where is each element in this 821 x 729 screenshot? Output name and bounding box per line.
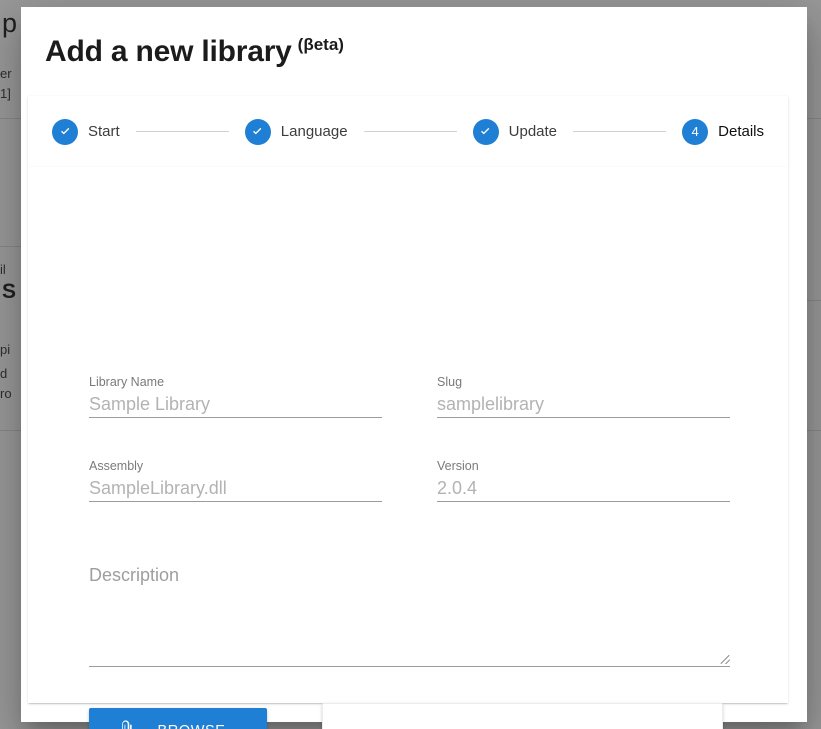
version-input[interactable]: 2.0.4 bbox=[437, 474, 730, 502]
step-label: Details bbox=[718, 123, 764, 140]
check-icon bbox=[472, 118, 499, 145]
step-number-badge: 4 bbox=[682, 118, 709, 145]
description-textarea[interactable]: Description bbox=[89, 560, 730, 667]
step-label: Update bbox=[508, 123, 558, 140]
stepper: Start Language Update 4 Details bbox=[28, 96, 788, 167]
page-title: Add a new library (βeta) bbox=[45, 35, 344, 69]
dialog-body: Library Name Sample Library Slug samplel… bbox=[28, 167, 788, 729]
field-library-name: Library Name Sample Library bbox=[89, 374, 382, 418]
field-label: Assembly bbox=[89, 459, 144, 473]
slug-input[interactable]: samplelibrary bbox=[437, 390, 730, 418]
add-library-dialog: Add a new library (βeta) Start Language … bbox=[21, 7, 807, 729]
screen: p er 1] il S pi d ro D g t ' w y ity na bbox=[0, 0, 821, 729]
step-label: Start bbox=[88, 123, 120, 140]
assembly-input[interactable]: SampleLibrary.dll bbox=[89, 474, 382, 502]
stepper-connector bbox=[363, 131, 457, 132]
resize-handle-icon[interactable] bbox=[718, 652, 730, 664]
step-label: Language bbox=[280, 123, 348, 140]
beta-badge: (βeta) bbox=[297, 35, 344, 54]
paperclip-icon bbox=[117, 720, 136, 729]
library-details-form: Library Name Sample Library Slug samplel… bbox=[28, 167, 788, 729]
field-label: Version bbox=[437, 459, 479, 473]
step-update[interactable]: Update bbox=[472, 118, 558, 145]
field-label: Slug bbox=[437, 375, 463, 389]
step-start[interactable]: Start bbox=[52, 118, 120, 145]
field-slug: Slug samplelibrary bbox=[437, 374, 730, 418]
stepper-connector bbox=[135, 131, 229, 132]
library-name-input[interactable]: Sample Library bbox=[89, 390, 382, 418]
step-details[interactable]: 4 Details bbox=[682, 118, 764, 145]
field-version: Version 2.0.4 bbox=[437, 458, 730, 502]
page-title-text: Add a new library bbox=[45, 35, 292, 68]
stepper-connector bbox=[573, 131, 667, 132]
description-placeholder: Description bbox=[89, 565, 180, 585]
field-label: Library Name bbox=[89, 375, 165, 389]
check-icon bbox=[244, 118, 271, 145]
selected-file-box[interactable] bbox=[322, 703, 723, 729]
field-assembly: Assembly SampleLibrary.dll bbox=[89, 458, 382, 502]
check-icon bbox=[52, 118, 78, 145]
browse-button[interactable]: BROWSE... bbox=[89, 708, 267, 729]
stepper-card: Start Language Update 4 Details bbox=[28, 96, 788, 167]
step-language[interactable]: Language bbox=[244, 118, 348, 145]
browse-button-label: BROWSE... bbox=[158, 723, 240, 729]
